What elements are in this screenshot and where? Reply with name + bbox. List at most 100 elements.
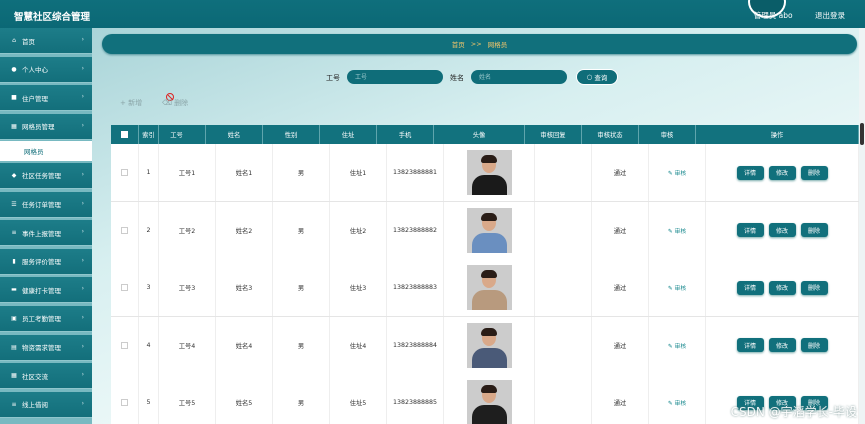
user-name: 管理员 abo (753, 11, 793, 20)
detail-button[interactable]: 详情 (736, 280, 764, 295)
id-search-input[interactable] (347, 70, 443, 84)
table-cell (444, 259, 535, 316)
column-header[interactable]: 操作 (696, 125, 859, 144)
column-header[interactable]: 住址 (320, 125, 377, 144)
phone-cell: 13823888881 (387, 144, 444, 201)
address-cell: 住址3 (330, 259, 387, 316)
review-link-label: 审核 (674, 171, 687, 177)
chevron-icon: › (81, 256, 84, 264)
column-header[interactable]: 头像 (434, 125, 525, 144)
status-cell: 通过 (592, 316, 649, 374)
row-checkbox[interactable] (121, 341, 128, 349)
phone-cell: 13823888882 (387, 201, 444, 259)
delete-button[interactable]: ⌫ 删除 (162, 98, 188, 108)
edit-button[interactable]: 修改 (768, 280, 796, 295)
sidebar-item-0[interactable]: ⌂ 首页 › (0, 28, 92, 54)
column-header[interactable]: 手机 (377, 125, 434, 144)
add-button[interactable]: + 新增 (120, 98, 142, 108)
sidebar-item-4[interactable]: ◆ 社区任务管理 › (0, 162, 92, 189)
query-button[interactable]: ○ 查询 (576, 69, 618, 85)
detail-button[interactable]: 详情 (736, 338, 764, 352)
table-row: 3 工号3 姓名3 男住址3 13823888883 通过 ✎ 审核 详情 修改 删除 (111, 259, 859, 317)
table-cell: ✎ 审核 (649, 144, 706, 201)
name-search-input[interactable] (471, 70, 567, 84)
detail-button[interactable]: 详情 (736, 165, 764, 180)
avatar-photo (466, 265, 512, 310)
delete-row-button[interactable]: 删除 (800, 223, 828, 237)
sidebar-subitem-grid-member[interactable]: 网格员 (0, 141, 92, 162)
sidebar-item-11[interactable]: ▦ 社区交流 › (0, 363, 92, 390)
sidebar-item-10[interactable]: ▤ 物资需求管理 › (0, 334, 92, 361)
row-checkbox[interactable] (121, 399, 128, 406)
sidebar-item-5[interactable]: ☰ 任务订单管理 › (0, 191, 92, 218)
id-cell: 工号3 (159, 259, 216, 316)
delete-row-button[interactable]: 删除 (800, 338, 828, 352)
table-cell (111, 374, 139, 424)
table-row: 1 工号1 姓名1 男住址1 13823888881 通过 ✎ 审核 详情 修改 删除 (111, 144, 859, 202)
column-header[interactable]: 审核状态 (582, 125, 639, 144)
scrollbar-thumb[interactable] (860, 123, 864, 145)
table-cell (444, 374, 535, 424)
chat-icon: ▦ (11, 372, 17, 380)
index-cell: 2 (139, 201, 159, 259)
query-button-label: 查询 (594, 74, 608, 82)
gender-cell: 男 (273, 316, 330, 374)
review-link[interactable]: ✎ 审核 (668, 341, 686, 350)
row-checkbox[interactable] (121, 284, 128, 291)
name-label: 姓名 (450, 74, 464, 82)
column-header[interactable]: 性别 (263, 125, 320, 144)
table-cell (111, 259, 139, 316)
review-link[interactable]: ✎ 审核 (668, 283, 686, 292)
delete-row-button[interactable]: 删除 (800, 165, 828, 180)
main-content: 首页 >> 网格员 工号 姓名 ○ 查询 + 新增 ⌫ 删除 索引工号姓名性别住… (92, 28, 865, 424)
sidebar-item-7[interactable]: ▮ 服务评价管理 › (0, 248, 92, 275)
book-icon: ≡ (11, 400, 17, 408)
logout-link[interactable]: 退出登录 (815, 11, 845, 20)
row-checkbox[interactable] (121, 226, 128, 234)
table-cell (444, 144, 535, 201)
address-cell: 住址4 (330, 316, 387, 374)
review-link[interactable]: ✎ 审核 (668, 226, 686, 235)
review-reply-cell (535, 316, 592, 374)
sidebar-item-9[interactable]: ▣ 员工考勤管理 › (0, 305, 92, 332)
sidebar-item-12[interactable]: ≡ 线上借阅 › (0, 391, 92, 418)
gender-cell: 男 (273, 374, 330, 424)
row-checkbox[interactable] (121, 169, 128, 176)
column-header[interactable]: 审核 (639, 125, 696, 144)
search-bar: 工号 姓名 ○ 查询 (92, 68, 865, 88)
box-icon: ▤ (11, 343, 17, 351)
edit-button[interactable]: 修改 (768, 165, 796, 180)
column-header[interactable]: 审核回复 (525, 125, 582, 144)
sidebar-item-label: 网格员管理 (22, 123, 55, 132)
delete-row-button[interactable]: 删除 (800, 280, 828, 295)
sidebar-item-1[interactable]: ● 个人中心 › (0, 56, 92, 83)
chevron-icon: › (81, 371, 84, 379)
status-cell: 通过 (592, 374, 649, 424)
id-label: 工号 (326, 74, 340, 82)
select-all-checkbox[interactable] (121, 131, 128, 138)
review-link[interactable]: ✎ 审核 (668, 398, 686, 407)
address-cell: 住址2 (330, 201, 387, 259)
detail-button[interactable]: 详情 (736, 223, 764, 237)
avatar-photo (466, 207, 512, 253)
sidebar-item-label: 社区任务管理 (22, 172, 61, 181)
sidebar-item-3[interactable]: ▦ 网格员管理 › (0, 113, 92, 140)
column-header[interactable]: 工号 (148, 125, 206, 144)
review-link[interactable]: ✎ 审核 (668, 168, 686, 177)
name-cell: 姓名3 (216, 259, 273, 316)
avatar-photo (466, 322, 512, 368)
edit-button[interactable]: 修改 (768, 223, 796, 237)
column-header[interactable]: 姓名 (206, 125, 263, 144)
scrollbar[interactable] (859, 28, 865, 424)
breadcrumb-home[interactable]: 首页 (452, 39, 465, 49)
name-cell: 姓名2 (216, 201, 273, 259)
sidebar-item-8[interactable]: ▬ 健康打卡管理 › (0, 277, 92, 304)
sidebar-item-2[interactable]: ■ 住户管理 › (0, 85, 92, 112)
edit-button[interactable]: 修改 (768, 338, 796, 352)
phone-cell: 13823888883 (387, 259, 444, 316)
table-cell (111, 316, 139, 374)
sidebar-item-6[interactable]: ≡ 事件上报管理 › (0, 220, 92, 247)
table-cell (444, 316, 535, 374)
sidebar-item-label: 物资需求管理 (22, 344, 61, 352)
chevron-icon: › (81, 36, 84, 43)
